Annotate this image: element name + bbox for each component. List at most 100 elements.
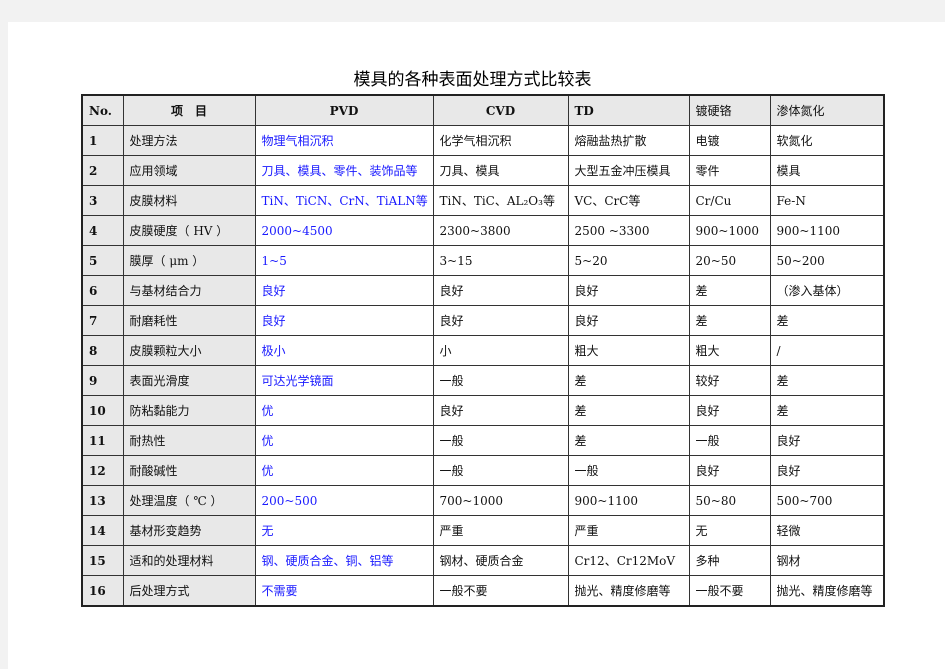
cell-cvd: 小	[432, 335, 569, 366]
cell-cvd: 良好	[432, 275, 569, 306]
cell-nitriding: 模具	[769, 155, 885, 186]
cell-no: 4	[81, 215, 124, 246]
cell-item: 膜厚（ μm ）	[122, 245, 256, 276]
cell-item: 与基材结合力	[122, 275, 256, 306]
cell-td: 差	[567, 395, 690, 426]
cell-nitriding: 900~1100	[769, 215, 885, 246]
cell-no: 7	[81, 305, 124, 336]
cell-no: 13	[81, 485, 124, 516]
cell-hard-chrome: 50~80	[688, 485, 771, 516]
cell-hard-chrome: Cr/Cu	[688, 185, 771, 216]
table-row: 1 处理方法 物理气相沉积 化学气相沉积 熔融盐热扩散 电镀 软氮化	[81, 125, 885, 156]
cell-pvd: 极小	[254, 335, 434, 366]
header-td: TD	[567, 94, 690, 126]
cell-hard-chrome: 无	[688, 515, 771, 546]
cell-cvd: 2300~3800	[432, 215, 569, 246]
cell-td: 粗大	[567, 335, 690, 366]
cell-item: 防粘黏能力	[122, 395, 256, 426]
cell-item: 后处理方式	[122, 575, 256, 607]
cell-cvd: 严重	[432, 515, 569, 546]
cell-nitriding: /	[769, 335, 885, 366]
cell-nitriding: 轻微	[769, 515, 885, 546]
header-hard-chrome: 镀硬铬	[688, 94, 771, 126]
cell-td: 差	[567, 365, 690, 396]
cell-no: 12	[81, 455, 124, 486]
table-row: 3 皮膜材料 TiN、TiCN、CrN、TiALN等 TiN、TiC、AL₂O₃等 VC…	[81, 185, 885, 216]
cell-cvd: 一般不要	[432, 575, 569, 607]
cell-nitriding: 差	[769, 365, 885, 396]
cell-pvd: 良好	[254, 305, 434, 336]
cell-td: 熔融盐热扩散	[567, 125, 690, 156]
cell-pvd: 物理气相沉积	[254, 125, 434, 156]
cell-nitriding: 抛光、精度修磨等	[769, 575, 885, 607]
cell-pvd: 优	[254, 395, 434, 426]
cell-hard-chrome: 良好	[688, 395, 771, 426]
cell-td: 差	[567, 425, 690, 456]
cell-cvd: 化学气相沉积	[432, 125, 569, 156]
table-row: 16 后处理方式 不需要 一般不要 抛光、精度修磨等 一般不要 抛光、精度修磨等	[81, 575, 885, 607]
cell-hard-chrome: 一般不要	[688, 575, 771, 607]
cell-td: 2500 ~3300	[567, 215, 690, 246]
header-nitriding: 渗体氮化	[769, 94, 885, 126]
cell-nitriding: 软氮化	[769, 125, 885, 156]
cell-td: VC、CrC等	[567, 185, 690, 216]
cell-cvd: 刀具、模具	[432, 155, 569, 186]
cell-item: 基材形变趋势	[122, 515, 256, 546]
cell-nitriding: 差	[769, 305, 885, 336]
cell-pvd: 2000~4500	[254, 215, 434, 246]
cell-td: 大型五金冲压模具	[567, 155, 690, 186]
cell-pvd: 良好	[254, 275, 434, 306]
cell-hard-chrome: 良好	[688, 455, 771, 486]
cell-nitriding: （渗入基体）	[769, 275, 885, 306]
cell-no: 1	[81, 125, 124, 156]
cell-no: 14	[81, 515, 124, 546]
cell-no: 2	[81, 155, 124, 186]
cell-td: 良好	[567, 275, 690, 306]
cell-hard-chrome: 粗大	[688, 335, 771, 366]
cell-pvd: 200~500	[254, 485, 434, 516]
page-title: 模具的各种表面处理方式比较表	[353, 70, 592, 90]
cell-td: Cr12、Cr12MoV	[567, 545, 690, 576]
table-row: 10 防粘黏能力优良好差良好差	[81, 395, 885, 426]
cell-item: 皮膜颗粒大小	[122, 335, 256, 366]
cell-nitriding: 良好	[769, 455, 885, 486]
cell-hard-chrome: 差	[688, 305, 771, 336]
cell-pvd: TiN、TiCN、CrN、TiALN等	[254, 185, 434, 216]
cell-nitriding: 500~700	[769, 485, 885, 516]
comparison-table: No. 项 目 PVD CVD TD 镀硬铬 渗体氮化 1 处理方法 物理气相沉积化…	[81, 94, 885, 607]
cell-no: 10	[81, 395, 124, 426]
cell-no: 11	[81, 425, 124, 456]
cell-no: 15	[81, 545, 124, 576]
cell-item: 处理温度（ ℃ ）	[122, 485, 256, 516]
cell-cvd: 良好	[432, 395, 569, 426]
cell-pvd: 钢、硬质合金、铜、铝等	[254, 545, 434, 576]
table-row: 12 耐酸碱性优一般 一般 良好 良好	[81, 455, 885, 486]
table-row: 2 应用领域 刀具、模具、零件、装饰品等 刀具、模具 大型五金冲压模具 零件 模具	[81, 155, 885, 186]
cell-no: 3	[81, 185, 124, 216]
cell-item: 适和的处理材料	[122, 545, 256, 576]
table-row: 14 基材形变趋势无严重 严重无轻微	[81, 515, 885, 546]
cell-pvd: 优	[254, 455, 434, 486]
cell-cvd: 一般	[432, 425, 569, 456]
cell-nitriding: 钢材	[769, 545, 885, 576]
cell-cvd: TiN、TiC、AL₂O₃等	[432, 185, 569, 216]
cell-no: 6	[81, 275, 124, 306]
header-no: No.	[81, 94, 124, 126]
table-row: 8 皮膜颗粒大小 极小小粗大 粗大 /	[81, 335, 885, 366]
cell-hard-chrome: 一般	[688, 425, 771, 456]
cell-cvd: 一般	[432, 455, 569, 486]
cell-no: 8	[81, 335, 124, 366]
cell-no: 9	[81, 365, 124, 396]
cell-cvd: 3~15	[432, 245, 569, 276]
cell-hard-chrome: 差	[688, 275, 771, 306]
table-row: 5 膜厚（ μm ） 1~5 3~15 5~20 20~50 50~200	[81, 245, 885, 276]
header-item: 项 目	[122, 94, 256, 126]
cell-pvd: 无	[254, 515, 434, 546]
cell-cvd: 700~1000	[432, 485, 569, 516]
cell-td: 良好	[567, 305, 690, 336]
cell-nitriding: 良好	[769, 425, 885, 456]
cell-item: 处理方法	[122, 125, 256, 156]
cell-pvd: 不需要	[254, 575, 434, 607]
header-pvd: PVD	[254, 94, 434, 126]
cell-td: 900~1100	[567, 485, 690, 516]
